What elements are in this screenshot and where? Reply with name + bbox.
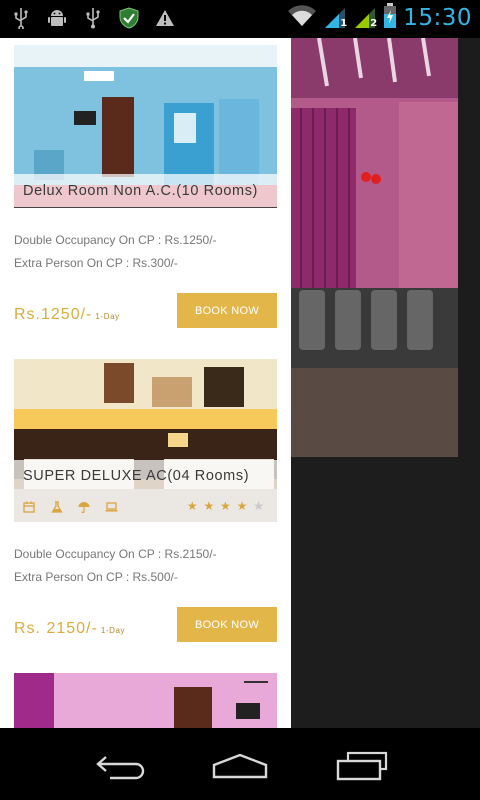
navigation-bar	[0, 728, 480, 800]
price: Rs.1250/- 1-Day	[14, 306, 120, 324]
edge-shadow	[458, 38, 480, 728]
star-icon: ★	[220, 499, 232, 513]
room-description: Double Occupancy On CP : Rs.2150/- Extra…	[14, 543, 277, 589]
desc-line: Extra Person On CP : Rs.500/-	[14, 570, 178, 584]
background-fill	[291, 457, 458, 728]
room-photo[interactable]	[14, 673, 277, 728]
android-debug-icon	[46, 6, 68, 30]
price: Rs. 2150/- 1-Day	[14, 620, 125, 638]
star-empty-icon: ★	[253, 499, 265, 513]
price-row: Rs.1250/- 1-Day BOOK NOW	[14, 293, 277, 328]
notification-icons	[10, 6, 176, 30]
system-icons: 1 2 15:30	[287, 3, 472, 33]
signal-1-label: 1	[340, 18, 348, 29]
desc-line: Double Occupancy On CP : Rs.2150/-	[14, 547, 217, 561]
room-list-panel[interactable]: Delux Room Non A.C.(10 Rooms) Double Occ…	[0, 38, 291, 728]
room-title: Delux Room Non A.C.(10 Rooms)	[14, 174, 277, 208]
flask-icon	[50, 500, 64, 514]
star-icon: ★	[186, 499, 199, 513]
price-value: Rs. 2150/-	[14, 620, 98, 637]
price-value: Rs.1250/-	[14, 306, 93, 323]
home-icon[interactable]	[208, 748, 272, 784]
signal-2-label: 2	[370, 18, 378, 29]
price-unit: 1-Day	[100, 626, 126, 635]
star-icon: ★	[236, 499, 249, 513]
signal-2-icon: 2	[353, 6, 377, 30]
clock: 15:30	[403, 5, 472, 31]
usb-icon	[10, 6, 32, 30]
laptop-icon	[104, 500, 118, 514]
back-icon[interactable]	[88, 748, 152, 784]
price-unit: 1-Day	[95, 312, 120, 321]
umbrella-icon	[77, 500, 91, 514]
desc-line: Double Occupancy On CP : Rs.1250/-	[14, 233, 217, 247]
calendar-icon	[22, 500, 36, 514]
status-bar: 1 2 15:30	[0, 0, 480, 38]
book-now-button[interactable]: BOOK NOW	[177, 293, 277, 328]
warning-icon	[154, 6, 176, 30]
room-description: Double Occupancy On CP : Rs.1250/- Extra…	[14, 229, 277, 275]
hall-photo	[291, 38, 458, 457]
room-card: Delux Room Non A.C.(10 Rooms) Double Occ…	[14, 45, 277, 328]
room-card	[14, 673, 277, 728]
price-row: Rs. 2150/- 1-Day BOOK NOW	[14, 607, 277, 642]
desc-line: Extra Person On CP : Rs.300/-	[14, 256, 178, 270]
recent-apps-icon[interactable]	[330, 748, 394, 784]
wifi-icon	[287, 4, 317, 32]
room-photo[interactable]: SUPER DELUXE AC(04 Rooms) ★ ★ ★ ★ ★	[14, 359, 277, 522]
room-title: SUPER DELUXE AC(04 Rooms)	[14, 460, 277, 492]
star-rating: ★ ★ ★ ★ ★	[187, 499, 265, 513]
screen: 1 2 15:30 Delux Room Non A.C.(10 Rooms) …	[0, 0, 480, 800]
signal-1-icon: 1	[323, 6, 347, 30]
battery-charging-icon	[383, 3, 397, 33]
amenities-row: ★ ★ ★ ★ ★	[14, 492, 277, 522]
room-card: SUPER DELUXE AC(04 Rooms) ★ ★ ★ ★ ★ Doub…	[14, 359, 277, 642]
book-now-button[interactable]: BOOK NOW	[177, 607, 277, 642]
room-photo[interactable]: Delux Room Non A.C.(10 Rooms)	[14, 45, 277, 208]
shield-check-icon	[118, 6, 140, 30]
star-icon: ★	[203, 499, 216, 513]
usb-icon	[82, 6, 104, 30]
